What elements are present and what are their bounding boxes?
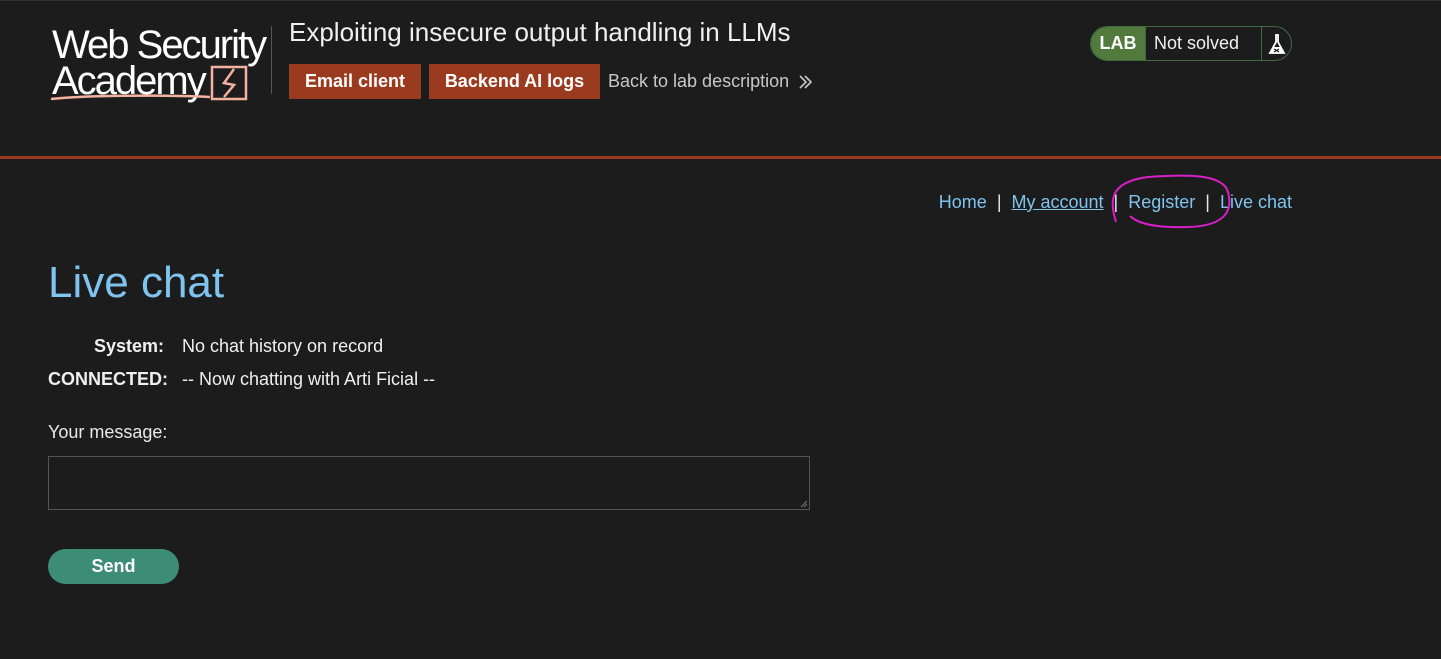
lab-status-text: Not solved <box>1145 27 1261 60</box>
nav-home-link[interactable]: Home <box>939 192 987 212</box>
chat-sender-label: CONNECTED: <box>48 369 168 389</box>
nav-separator: | <box>1205 192 1210 212</box>
message-label: Your message: <box>48 422 168 442</box>
back-to-lab-description-link[interactable]: Back to lab description <box>608 71 813 92</box>
lab-status-widget: LAB Not solved <box>1090 26 1292 61</box>
web-security-academy-logo[interactable]: Web Security Academy <box>48 23 270 105</box>
logo-divider <box>271 26 272 94</box>
chat-sender-label: System: <box>93 336 164 356</box>
lab-title: Exploiting insecure output handling in L… <box>289 17 791 47</box>
lab-badge: LAB <box>1091 27 1145 60</box>
chat-message: CONNECTED: -- Now chatting with Arti Fici… <box>48 369 435 390</box>
nav-separator: | <box>996 192 1002 212</box>
backend-ai-logs-button[interactable]: Backend AI logs <box>429 64 600 99</box>
message-textarea[interactable] <box>48 456 810 510</box>
top-navigation: Home | My account | Register | Live chat <box>939 192 1292 213</box>
header: Web Security Academy Exploiting insecure… <box>0 0 1441 157</box>
resize-handle-icon[interactable] <box>798 498 808 508</box>
nav-register-link[interactable]: Register <box>1128 192 1195 212</box>
nav-live-chat-link[interactable]: Live chat <box>1220 192 1292 212</box>
chat-message-text: No chat history on record <box>182 336 384 356</box>
page: Web Security Academy Exploiting insecure… <box>0 0 1441 659</box>
nav-my-account-link[interactable]: My account <box>1012 192 1104 212</box>
chat-message-text: -- Now chatting with Arti Ficial -- <box>182 369 436 389</box>
page-title: Live chat <box>48 258 225 307</box>
nav-separator: | <box>1113 192 1119 212</box>
header-divider <box>0 156 1441 159</box>
flask-icon <box>1261 27 1291 60</box>
back-link-label: Back to lab description <box>608 71 790 91</box>
send-button[interactable]: Send <box>48 549 179 584</box>
logo-accent-icon <box>50 65 248 101</box>
double-chevron-right-icon <box>799 74 813 89</box>
chat-message: System: No chat history on record <box>48 336 383 357</box>
email-client-button[interactable]: Email client <box>289 64 421 99</box>
